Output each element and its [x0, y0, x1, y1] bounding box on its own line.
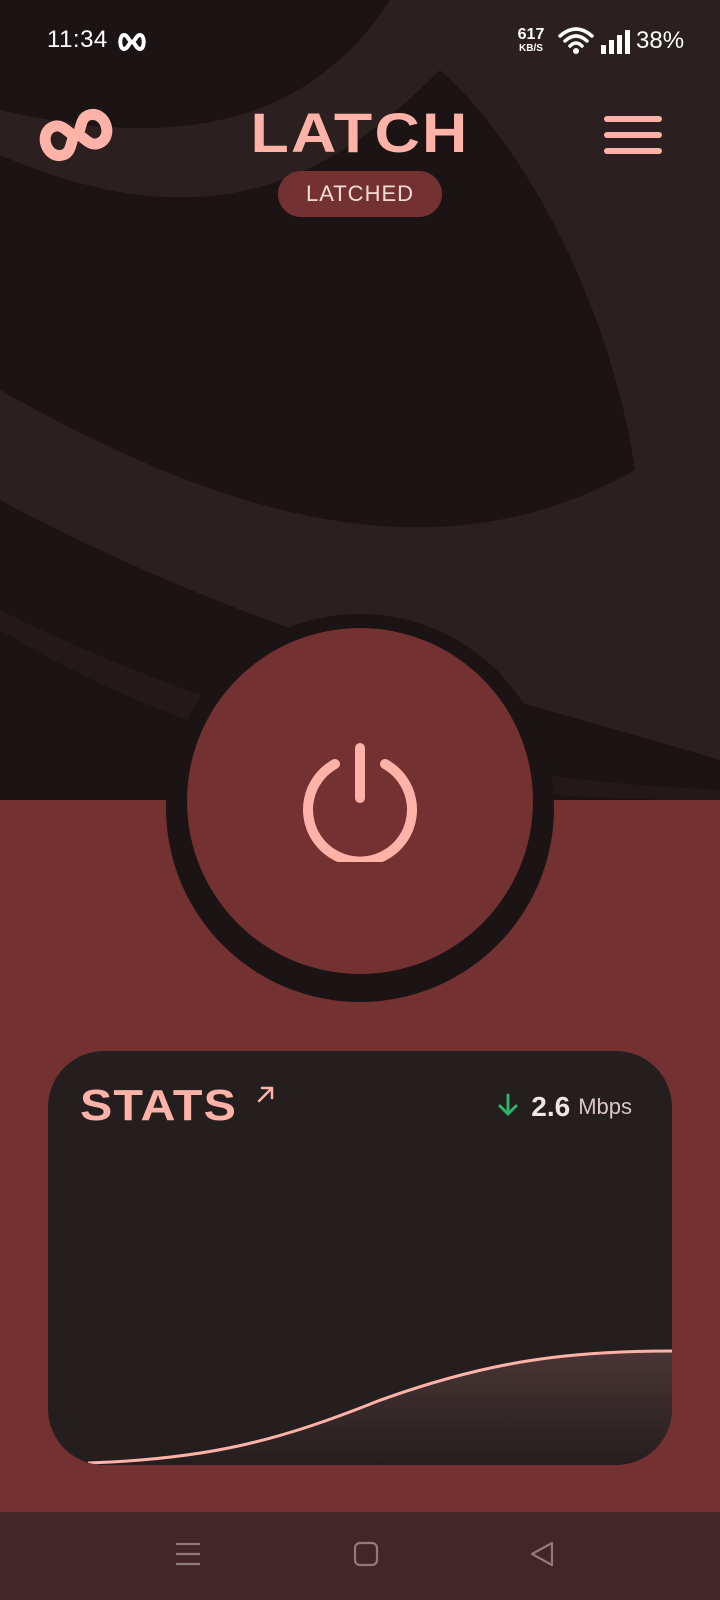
- stats-link[interactable]: STATS: [80, 1081, 275, 1131]
- battery-percentage: 38%: [636, 27, 685, 54]
- network-speed-value: 617: [517, 26, 545, 43]
- screen: 11:34 617 KB/S 38% LATCH LATCHED STATS 2…: [0, 0, 720, 1600]
- menu-icon-bar-middle: [604, 132, 662, 138]
- stats-card: STATS 2.6 Mbps: [48, 1051, 672, 1465]
- power-button[interactable]: [187, 628, 533, 974]
- wifi-icon: [558, 26, 594, 61]
- back-icon[interactable]: [528, 1540, 556, 1573]
- signal-icon: [601, 30, 633, 59]
- arrow-up-right-icon: [257, 1085, 275, 1108]
- connection-status-badge: LATCHED: [278, 171, 442, 217]
- latch-app-icon: [118, 30, 146, 54]
- download-speed-value: 2.6: [531, 1091, 571, 1122]
- menu-icon-bar-top: [604, 116, 662, 122]
- menu-icon-bar-bottom: [604, 148, 662, 154]
- download-speed-unit: Mbps: [578, 1094, 632, 1119]
- menu-button[interactable]: [604, 112, 662, 158]
- latch-logo-icon: [38, 106, 114, 169]
- stats-title: STATS: [80, 1081, 237, 1130]
- recents-icon[interactable]: [174, 1540, 202, 1573]
- app-title: LATCH: [250, 101, 470, 164]
- network-speed-indicator: 617 KB/S: [514, 27, 548, 54]
- status-time: 11:34: [47, 26, 108, 53]
- arrow-down-icon: [497, 1093, 519, 1122]
- network-speed-unit: KB/S: [519, 43, 543, 54]
- system-nav-bar: [0, 1512, 720, 1600]
- home-icon[interactable]: [352, 1540, 380, 1573]
- power-icon: [299, 740, 421, 867]
- download-speed-readout: 2.6 Mbps: [497, 1091, 632, 1123]
- status-bar: 11:34 617 KB/S 38%: [0, 0, 720, 84]
